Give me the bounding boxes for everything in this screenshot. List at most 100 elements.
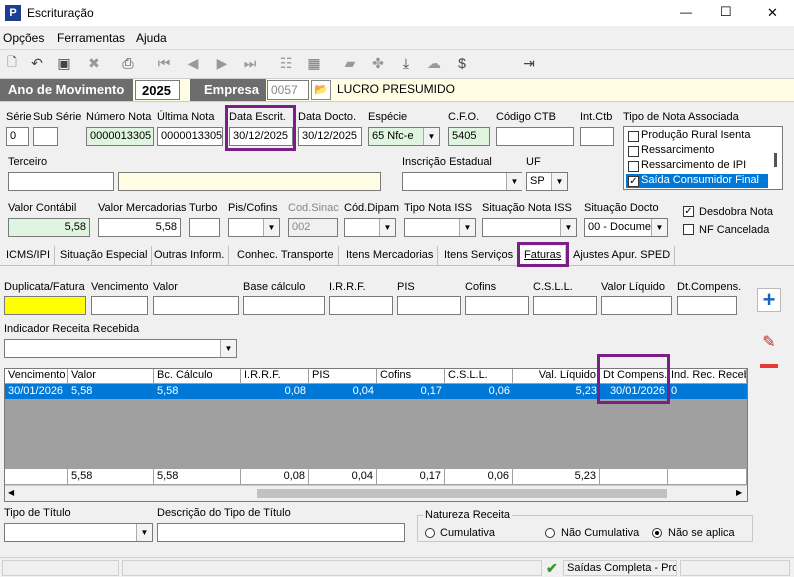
dt-compens-field[interactable]	[677, 296, 737, 315]
vencimento-field[interactable]	[91, 296, 148, 315]
preview-icon[interactable]: ⎙	[118, 53, 138, 73]
last-icon[interactable]: ⏭	[240, 53, 260, 73]
grid-header-ind-rec[interactable]: Ind. Rec. Receb	[668, 369, 747, 383]
valor-field[interactable]	[153, 296, 239, 315]
undo-icon[interactable]: ↶	[27, 53, 47, 73]
tab-itens-mercadorias[interactable]: Itens Mercadorias	[342, 246, 439, 265]
tipo-nota-iss-select[interactable]: ▼	[404, 218, 476, 237]
tab-itens-servicos[interactable]: Itens Serviços	[440, 246, 519, 265]
grid-header-val-liquido[interactable]: Val. Líquido	[513, 369, 600, 383]
list-scrollbar[interactable]	[774, 153, 777, 167]
scroll-right-icon[interactable]: ▶	[736, 488, 742, 497]
tree-icon[interactable]: ☷	[276, 53, 296, 73]
next-icon[interactable]: ▶	[212, 53, 232, 73]
tab-situacao-especial[interactable]: Situação Especial	[56, 246, 153, 265]
chevron-down-icon: ▼	[220, 340, 236, 357]
grid-header-valor[interactable]: Valor	[68, 369, 154, 383]
descricao-titulo-field[interactable]	[157, 523, 405, 542]
tipo-nota-list[interactable]: Produção Rural Isenta Ressarcimento Ress…	[623, 126, 783, 190]
calc-icon[interactable]: ▦	[304, 53, 324, 73]
serie-label: Série	[6, 111, 32, 123]
numero-nota-field[interactable]: 0000013305	[86, 127, 154, 146]
valor-liquido-label: Valor Líquido	[601, 281, 666, 293]
nao-se-aplica-radio[interactable]	[652, 528, 662, 538]
tipo-nota-iss-label: Tipo Nota ISS	[404, 202, 473, 214]
grid-header-csll[interactable]: C.S.L.L.	[445, 369, 513, 383]
first-icon[interactable]: ⏮	[154, 53, 174, 73]
producao-rural-checkbox[interactable]	[628, 131, 639, 142]
exit-icon[interactable]: ⇥	[519, 53, 539, 73]
valor-liquido-field[interactable]	[601, 296, 672, 315]
maximize-button[interactable]: ☐	[720, 4, 732, 20]
irrf-field[interactable]	[329, 296, 393, 315]
add-icon[interactable]: +	[757, 288, 781, 312]
csll-field[interactable]	[533, 296, 597, 315]
cod-dipam-select[interactable]: ▼	[344, 218, 396, 237]
pis-field[interactable]	[397, 296, 461, 315]
cfo-field[interactable]: 5405	[448, 127, 490, 146]
desdobra-nota-checkbox[interactable]: ✓	[683, 206, 694, 217]
cumulativa-radio[interactable]	[425, 528, 435, 538]
remove-icon[interactable]	[760, 364, 778, 368]
ressarcimento-ipi-checkbox[interactable]	[628, 161, 639, 172]
duplicata-field[interactable]	[4, 296, 86, 315]
empresa-code-field[interactable]: 0057	[267, 80, 309, 100]
close-button[interactable]: ✕	[767, 5, 778, 21]
minimize-button[interactable]: —	[680, 5, 692, 19]
valor-contabil-field[interactable]: 5,58	[8, 218, 90, 237]
nao-cumulativa-radio[interactable]	[545, 528, 555, 538]
saida-consumidor-label: Saída Consumidor Final	[641, 174, 760, 186]
base-calculo-field[interactable]	[243, 296, 325, 315]
tab-conhec-transporte[interactable]: Conhec. Transporte	[233, 246, 339, 265]
pis-cofins-select[interactable]: ▼	[228, 218, 280, 237]
folder-icon[interactable]: ▰	[340, 53, 360, 73]
uf-select[interactable]: SP ▼	[526, 172, 568, 191]
irrf-label: I.R.R.F.	[329, 281, 366, 293]
inscricao-field[interactable]	[402, 172, 522, 191]
grid-header-pis[interactable]: PIS	[309, 369, 377, 383]
delete-icon[interactable]: ✖	[84, 53, 104, 73]
grid-header-vencimento[interactable]: Vencimento	[5, 369, 68, 383]
int-ctb-field[interactable]	[580, 127, 614, 146]
situacao-docto-select[interactable]: 00 - Documen ▼	[584, 218, 668, 237]
menu-ajuda[interactable]: Ajuda	[136, 31, 167, 45]
tab-icms-ipi[interactable]: ICMS/IPI	[2, 246, 56, 265]
especie-select[interactable]: 65 Nfc-e ▼	[368, 127, 440, 146]
prev-icon[interactable]: ◀	[183, 53, 203, 73]
puzzle-icon[interactable]: ✤	[368, 53, 388, 73]
serie-field[interactable]: 0	[6, 127, 29, 146]
situacao-nota-iss-select[interactable]: ▼	[482, 218, 577, 237]
menu-ferramentas[interactable]: Ferramentas	[57, 31, 125, 45]
money-bag-icon[interactable]: $	[452, 53, 472, 73]
saida-consumidor-checkbox[interactable]: ✓	[628, 176, 639, 187]
save-icon[interactable]: ▣	[54, 53, 74, 73]
ressarcimento-checkbox[interactable]	[628, 146, 639, 157]
export-icon[interactable]: ⤓	[396, 53, 416, 73]
tab-ajustes-apur-sped[interactable]: Ajustes Apur. SPED	[569, 246, 676, 265]
cumulativa-label: Cumulativa	[440, 527, 496, 539]
edit-icon[interactable]: ✎	[757, 332, 781, 354]
tipo-titulo-select[interactable]: ▼	[4, 523, 153, 542]
scroll-left-icon[interactable]: ◀	[8, 488, 14, 497]
subserie-field[interactable]	[33, 127, 58, 146]
cofins-field[interactable]	[465, 296, 529, 315]
folder-open-icon[interactable]: 📂	[311, 80, 331, 100]
grid-hscrollbar[interactable]: ◀ ▶	[5, 485, 747, 501]
ano-field[interactable]: 2025	[135, 80, 180, 100]
nf-cancelada-checkbox[interactable]	[683, 224, 694, 235]
codigo-ctb-field[interactable]	[496, 127, 574, 146]
new-icon[interactable]: 🗋	[2, 53, 22, 73]
data-docto-field[interactable]: 30/12/2025	[298, 127, 362, 146]
tab-outras-inform[interactable]: Outras Inform.	[150, 246, 230, 265]
menu-opcoes[interactable]: Opções	[3, 31, 44, 45]
cloud-icon[interactable]: ☁	[424, 53, 444, 73]
scroll-thumb[interactable]	[257, 489, 667, 498]
grid-header-irrf[interactable]: I.R.R.F.	[241, 369, 309, 383]
inscricao-dropdown-button[interactable]: ▼	[506, 173, 522, 190]
grid-header-cofins[interactable]: Cofins	[377, 369, 445, 383]
terceiro-field[interactable]	[8, 172, 114, 191]
indicador-select[interactable]: ▼	[4, 339, 237, 358]
turbo-field[interactable]	[189, 218, 220, 237]
grid-header-bc-calculo[interactable]: Bc. Cálculo	[154, 369, 241, 383]
valor-mercadorias-field[interactable]: 5,58	[98, 218, 181, 237]
